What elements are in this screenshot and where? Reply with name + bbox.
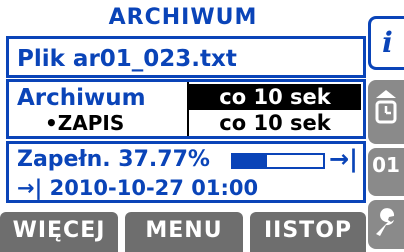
fill-progress-fill — [233, 155, 267, 167]
number-icon[interactable]: 01 — [368, 148, 404, 196]
side-toolbar: i 01 — [368, 0, 404, 249]
interval-option-selected[interactable]: co 10 sek — [189, 84, 361, 110]
stop-button[interactable]: IISTOP — [250, 212, 366, 252]
menu-button[interactable]: MENU — [125, 212, 243, 252]
page-title: ARCHIWUM — [108, 5, 258, 30]
archive-label: Archiwum — [17, 85, 146, 111]
fill-progress-bar — [231, 153, 325, 169]
archive-state: •ZAPIS — [45, 111, 125, 135]
more-button[interactable]: WIĘCEJ — [0, 212, 118, 252]
interval-option[interactable]: co 10 sek — [189, 110, 361, 136]
progress-panel: Zapełn. 37.77% →| →| 2010-10-27 01:00 — [6, 141, 366, 203]
wrench-icon[interactable] — [368, 200, 404, 249]
archive-date: →| 2010-10-27 01:00 — [17, 176, 259, 200]
archive-panel: Archiwum •ZAPIS co 10 sek co 10 sek — [6, 79, 366, 139]
arrow-to-end-icon: →| — [329, 145, 358, 173]
info-icon[interactable]: i — [368, 16, 404, 70]
file-name-label: Plik ar01_023.txt — [17, 46, 237, 72]
file-panel[interactable]: Plik ar01_023.txt — [6, 36, 366, 78]
fill-percent-label: Zapełn. 37.77% — [17, 147, 210, 172]
clock-icon[interactable] — [368, 80, 404, 144]
number-label: 01 — [372, 153, 400, 177]
